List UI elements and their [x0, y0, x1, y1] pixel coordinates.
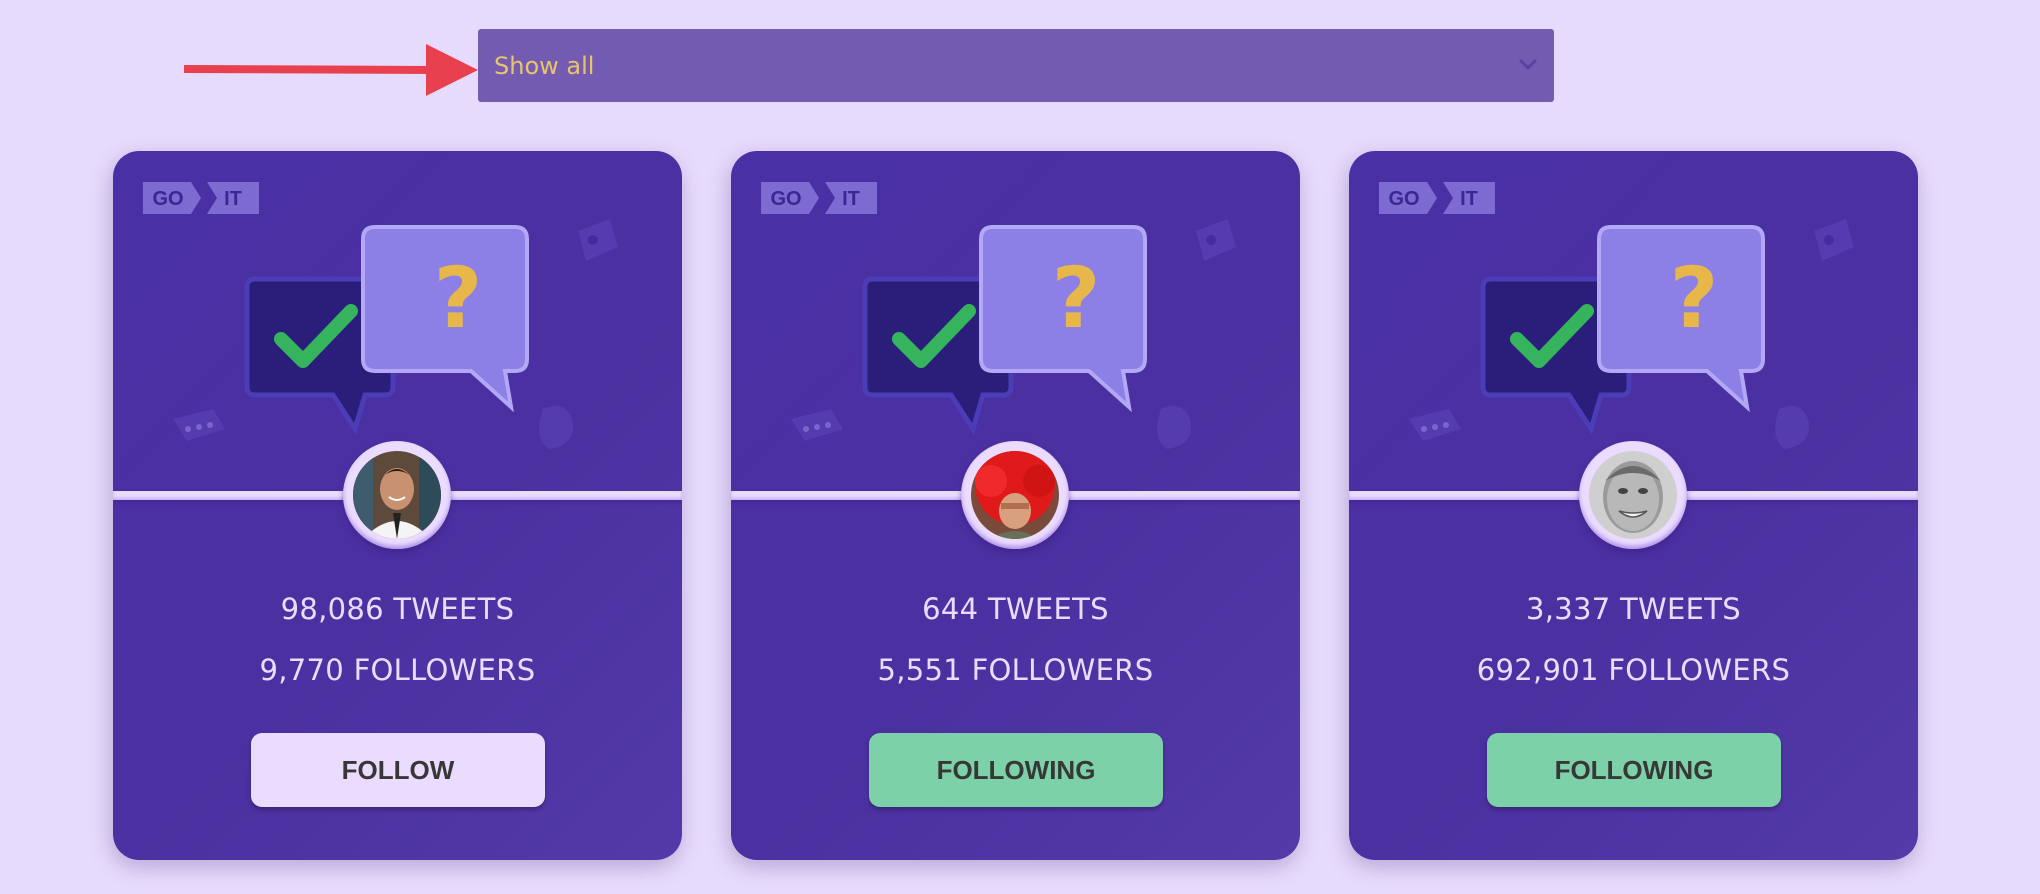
- svg-text:IT: IT: [1460, 188, 1478, 210]
- user-card: ? GO IT 3,337 TWEETS 692,901 FOLLOWERS F…: [1349, 151, 1918, 860]
- svg-text:?: ?: [1670, 249, 1719, 347]
- followers-count: 692,901 FOLLOWERS: [1476, 653, 1791, 687]
- annotation-arrow: [183, 44, 478, 96]
- goit-logo: GO IT: [1379, 182, 1495, 214]
- avatar-image: [1589, 451, 1677, 539]
- goit-logo: GO IT: [143, 182, 259, 214]
- follow-button[interactable]: FOLLOW: [251, 733, 545, 807]
- tweets-count: 644 TWEETS: [922, 592, 1109, 626]
- svg-text:IT: IT: [224, 188, 242, 210]
- avatar-image: [971, 451, 1059, 539]
- svg-text:?: ?: [434, 249, 483, 347]
- filter-select[interactable]: Show all: [478, 29, 1554, 102]
- avatar-image: [353, 451, 441, 539]
- chevron-down-icon: [1519, 59, 1537, 70]
- avatar: [343, 441, 451, 549]
- following-button[interactable]: FOLLOWING: [1487, 733, 1781, 807]
- followers-count: 9,770 FOLLOWERS: [259, 653, 536, 687]
- svg-text:GO: GO: [152, 188, 183, 210]
- avatar: [1579, 441, 1687, 549]
- svg-text:?: ?: [1052, 249, 1101, 347]
- svg-text:GO: GO: [770, 188, 801, 210]
- svg-text:IT: IT: [842, 188, 860, 210]
- tweets-count: 3,337 TWEETS: [1526, 592, 1741, 626]
- tweets-count: 98,086 TWEETS: [280, 592, 515, 626]
- svg-text:GO: GO: [1388, 188, 1419, 210]
- avatar: [961, 441, 1069, 549]
- following-button[interactable]: FOLLOWING: [869, 733, 1163, 807]
- user-card: ? GO IT 644 TWEETS 5,551 FOLLOWERS FOLLO…: [731, 151, 1300, 860]
- user-card: ? GO IT 98,086 TWEETS 9,770 FOLLOWERS FO…: [113, 151, 682, 860]
- filter-select-value: Show all: [494, 51, 595, 80]
- followers-count: 5,551 FOLLOWERS: [877, 653, 1154, 687]
- goit-logo: GO IT: [761, 182, 877, 214]
